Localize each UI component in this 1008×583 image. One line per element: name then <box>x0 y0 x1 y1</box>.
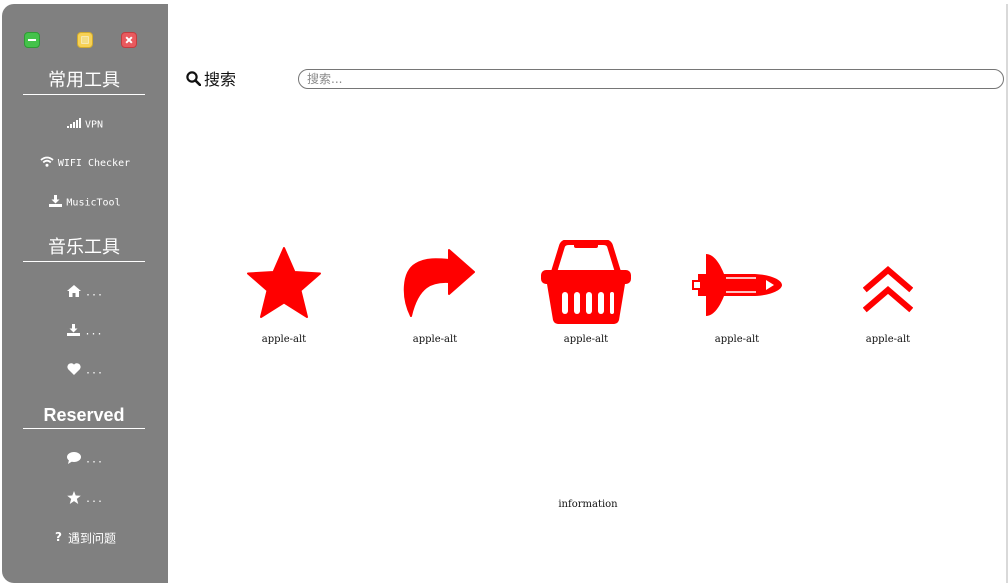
icon-card-share[interactable]: apple-alt <box>380 246 490 350</box>
icon-caption: apple-alt <box>714 334 760 345</box>
sidebar-item-musictool[interactable]: MusicTool <box>2 195 168 212</box>
star-icon <box>67 491 81 509</box>
main-panel: 搜索 apple-alt apple-alt <box>168 4 1006 583</box>
comment-icon <box>66 452 81 469</box>
icon-card-star[interactable]: apple-alt <box>229 246 339 350</box>
question-icon: ? <box>54 530 64 547</box>
svg-text:?: ? <box>55 530 62 542</box>
app-window: 常用工具 VPN WIFI Checker MusicTool 音乐工具 ...… <box>0 0 1008 583</box>
icon-caption: apple-alt <box>865 334 911 345</box>
sidebar-item-starred[interactable]: ... <box>2 491 168 509</box>
sidebar-item-home[interactable]: ... <box>2 285 168 302</box>
sidebar-item-wifi-checker[interactable]: WIFI Checker <box>2 156 168 172</box>
help-link[interactable]: ? 遇到问题 <box>2 530 168 547</box>
information-text: information <box>558 499 618 510</box>
shopping-basket-icon <box>541 240 631 324</box>
download-icon <box>67 324 81 341</box>
search-label: 搜索 <box>204 70 237 89</box>
close-button[interactable] <box>121 32 137 48</box>
sidebar-item-label: ... <box>84 287 104 299</box>
sidebar-item-label: WIFI Checker <box>57 158 131 169</box>
maximize-button[interactable] <box>77 32 93 48</box>
space-shuttle-icon <box>692 254 782 316</box>
sidebar-item-comments[interactable]: ... <box>2 452 168 469</box>
window-controls <box>24 32 144 50</box>
help-label: 遇到问题 <box>67 531 116 546</box>
section-title-common-tools: 常用工具 <box>23 69 145 95</box>
sidebar-item-vpn[interactable]: VPN <box>2 118 168 134</box>
sidebar-item-label: ... <box>84 326 103 338</box>
section-title-reserved: Reserved <box>23 403 145 429</box>
sidebar-item-download[interactable]: ... <box>2 324 168 341</box>
sidebar-item-label: ... <box>84 454 104 466</box>
download-icon <box>49 195 63 212</box>
heart-icon <box>67 363 81 380</box>
signal-bars-icon <box>66 118 81 133</box>
icon-card-basket[interactable]: apple-alt <box>531 240 641 350</box>
sidebar-item-label: ... <box>84 365 104 377</box>
icon-card-shuttle[interactable]: apple-alt <box>682 246 792 350</box>
sidebar-item-label: VPN <box>84 119 104 131</box>
minimize-button[interactable] <box>24 32 40 48</box>
icon-caption: apple-alt <box>412 334 458 345</box>
icon-card-chevrons[interactable]: apple-alt <box>833 246 943 350</box>
wifi-icon <box>40 156 54 172</box>
search-icon <box>186 70 202 91</box>
sidebar-item-label: ... <box>84 494 104 505</box>
sidebar-item-label: MusicTool <box>66 197 121 209</box>
double-chevron-up-icon <box>863 266 913 313</box>
search-label-group: 搜索 <box>186 70 236 91</box>
star-icon <box>247 247 321 318</box>
search-input[interactable] <box>298 69 1004 89</box>
section-title-music-tools: 音乐工具 <box>23 236 145 262</box>
share-arrow-icon <box>403 249 475 317</box>
icon-caption: apple-alt <box>563 334 609 345</box>
sidebar: 常用工具 VPN WIFI Checker MusicTool 音乐工具 ...… <box>2 4 168 583</box>
icon-caption: apple-alt <box>261 334 307 345</box>
sidebar-item-favorites[interactable]: ... <box>2 363 168 380</box>
home-icon <box>66 285 81 302</box>
